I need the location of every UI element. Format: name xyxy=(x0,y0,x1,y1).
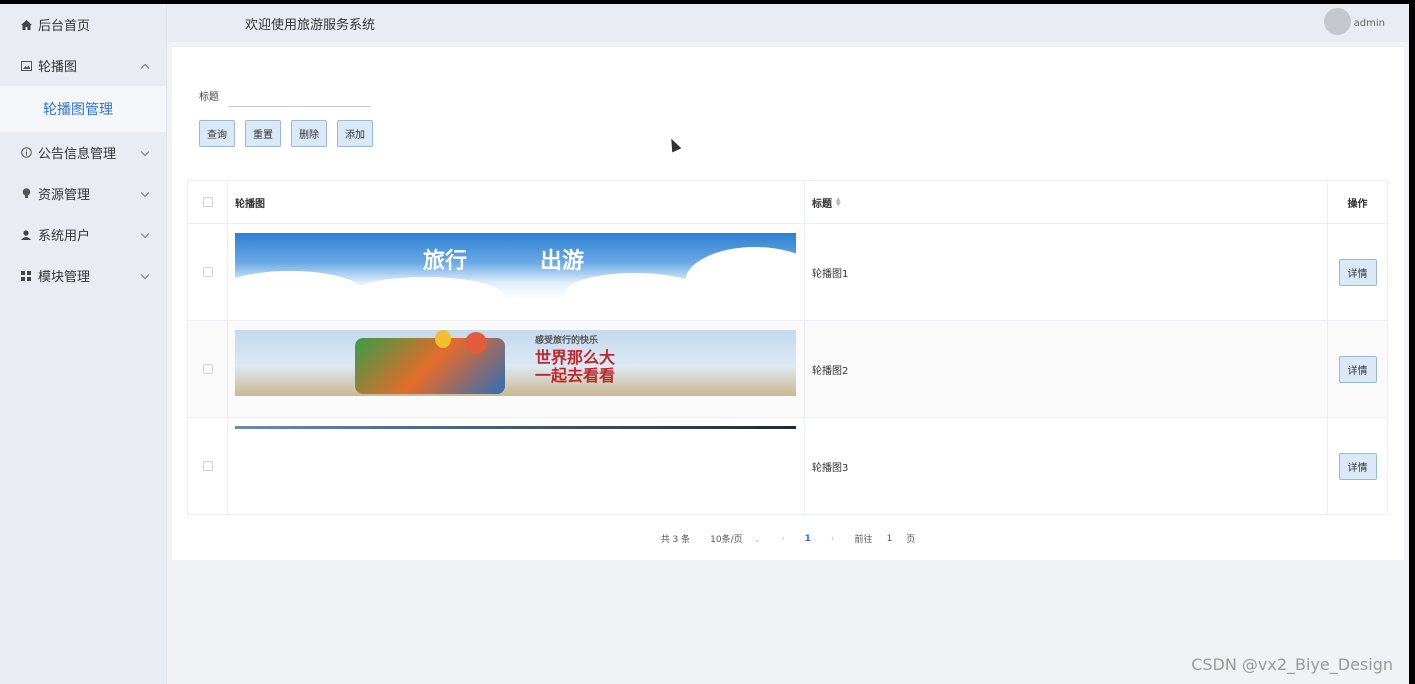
goto-input[interactable]: 1 xyxy=(887,534,893,544)
info-icon xyxy=(20,147,32,159)
pagination-total: 共 3 条 xyxy=(660,535,691,545)
main-content: 标题 查询 重置 删除 添加 轮播图 标题 ▲ ▼ 操作 旅行 出游 轮播图1 … xyxy=(172,47,1404,560)
carousel-table: 轮播图 标题 ▲ ▼ 操作 旅行 出游 轮播图1 详情 感受旅行的快乐 世界那么… xyxy=(187,180,1388,515)
row-checkbox[interactable] xyxy=(202,364,213,374)
pagination: 共 3 条 10条/页 ⌄ ‹ 1 › 前往 1 页 xyxy=(172,532,1404,546)
chevron-down-icon xyxy=(140,145,150,160)
query-button[interactable]: 查询 xyxy=(199,120,235,147)
title-cell: 轮播图1 xyxy=(805,224,1328,320)
table-row: 感受旅行的快乐 世界那么大 一起去看看 轮播图2 详情 xyxy=(187,321,1388,418)
action-cell: 详情 xyxy=(1328,224,1388,320)
image-cell: 旅行 出游 xyxy=(228,224,805,320)
username[interactable]: admin xyxy=(1354,18,1385,29)
table-header-row: 轮播图 标题 ▲ ▼ 操作 xyxy=(187,181,1388,224)
top-header: 欢迎使用旅游服务系统 admin xyxy=(167,4,1409,42)
title-cell: 轮播图2 xyxy=(805,321,1328,417)
header-actions-label: 操作 xyxy=(1347,198,1368,210)
chevron-down-icon: ⌄ xyxy=(753,535,762,545)
bulb-icon xyxy=(20,188,32,200)
sidebar-item-resources[interactable]: 资源管理 xyxy=(0,173,166,214)
page-number[interactable]: 1 xyxy=(805,534,811,544)
banner-image: 感受旅行的快乐 世界那么大 一起去看看 xyxy=(235,330,796,396)
title-cell: 轮播图3 xyxy=(805,418,1328,514)
title-search-label: 标题 xyxy=(199,92,219,103)
select-all-cell xyxy=(187,181,228,223)
table-row: 旅行 出游 轮播图1 详情 xyxy=(187,224,1388,321)
sidebar-item-label: 资源管理 xyxy=(38,188,91,203)
banner-text: 出游 xyxy=(540,248,585,274)
sidebar-item-users[interactable]: 系统用户 xyxy=(0,214,166,255)
delete-button[interactable]: 删除 xyxy=(291,120,327,147)
page-size-label: 10条/页 xyxy=(710,535,743,545)
next-page-icon[interactable]: › xyxy=(831,534,835,544)
header-title[interactable]: 标题 ▲ ▼ xyxy=(805,181,1328,223)
row-checkbox[interactable] xyxy=(202,461,213,471)
image-cell xyxy=(228,418,805,514)
header-title-label: 标题 xyxy=(812,198,832,210)
image-icon xyxy=(20,60,32,72)
sidebar-item-label: 轮播图 xyxy=(38,60,78,75)
sidebar-item-label: 系统用户 xyxy=(38,229,91,244)
sidebar-item-notice[interactable]: 公告信息管理 xyxy=(0,132,166,173)
sidebar-item-carousel[interactable]: 轮播图 xyxy=(0,45,166,86)
detail-button[interactable]: 详情 xyxy=(1338,452,1377,480)
goto-label: 前往 xyxy=(854,535,873,545)
title-search-input[interactable] xyxy=(228,84,371,107)
banner-image: 旅行 出游 xyxy=(235,233,796,299)
sidebar-item-label: 公告信息管理 xyxy=(38,147,117,162)
row-select-cell xyxy=(187,224,228,320)
row-select-cell xyxy=(187,418,228,514)
row-title: 轮播图2 xyxy=(812,365,849,377)
prev-page-icon[interactable]: ‹ xyxy=(781,534,785,544)
toolbar: 查询 重置 删除 添加 xyxy=(199,120,383,147)
action-cell: 详情 xyxy=(1328,321,1388,417)
home-icon xyxy=(20,19,32,31)
header-image: 轮播图 xyxy=(228,181,805,223)
chevron-down-icon xyxy=(140,268,150,283)
banner-text: 一起去看看 xyxy=(535,366,616,385)
sidebar-item-carousel-manage[interactable]: 轮播图管理 xyxy=(0,86,166,132)
chevron-down-icon xyxy=(140,186,150,201)
banner-image xyxy=(235,426,796,429)
detail-button[interactable]: 详情 xyxy=(1338,258,1377,286)
row-title: 轮播图3 xyxy=(812,462,849,474)
row-title: 轮播图1 xyxy=(812,268,849,280)
action-cell: 详情 xyxy=(1328,418,1388,514)
watermark: CSDN @vx2_Biye_Design xyxy=(1191,655,1393,674)
app-frame: 后台首页 轮播图 轮播图管理 公告信息管理 资源管理 系统用户 模块管理 欢迎使… xyxy=(0,4,1409,684)
grid-icon xyxy=(20,270,32,282)
image-cell: 感受旅行的快乐 世界那么大 一起去看看 xyxy=(228,321,805,417)
select-all-checkbox[interactable] xyxy=(202,197,213,207)
sort-icon[interactable]: ▲ ▼ xyxy=(836,197,841,208)
table-row: 轮播图3 详情 xyxy=(187,418,1388,515)
avatar[interactable] xyxy=(1324,8,1351,35)
sidebar-item-label: 轮播图管理 xyxy=(43,102,113,118)
row-checkbox[interactable] xyxy=(202,267,213,277)
sidebar-item-label: 模块管理 xyxy=(38,270,91,285)
page-unit-label: 页 xyxy=(906,535,916,545)
chevron-down-icon xyxy=(140,227,150,242)
sidebar-item-home[interactable]: 后台首页 xyxy=(0,4,166,45)
user-icon xyxy=(20,229,32,241)
page-size-select[interactable]: 10条/页 ⌄ xyxy=(710,532,761,545)
chevron-up-icon xyxy=(140,58,150,73)
detail-button[interactable]: 详情 xyxy=(1338,355,1377,383)
system-title: 欢迎使用旅游服务系统 xyxy=(245,17,376,33)
add-button[interactable]: 添加 xyxy=(337,120,373,147)
row-select-cell xyxy=(187,321,228,417)
sidebar-item-modules[interactable]: 模块管理 xyxy=(0,255,166,296)
search-row: 标题 xyxy=(199,84,371,107)
sidebar: 后台首页 轮播图 轮播图管理 公告信息管理 资源管理 系统用户 模块管理 xyxy=(0,4,167,684)
header-actions: 操作 xyxy=(1328,181,1388,223)
header-image-label: 轮播图 xyxy=(235,198,265,210)
sidebar-item-label: 后台首页 xyxy=(38,19,91,34)
reset-button[interactable]: 重置 xyxy=(245,120,281,147)
banner-text: 旅行 xyxy=(423,248,468,274)
